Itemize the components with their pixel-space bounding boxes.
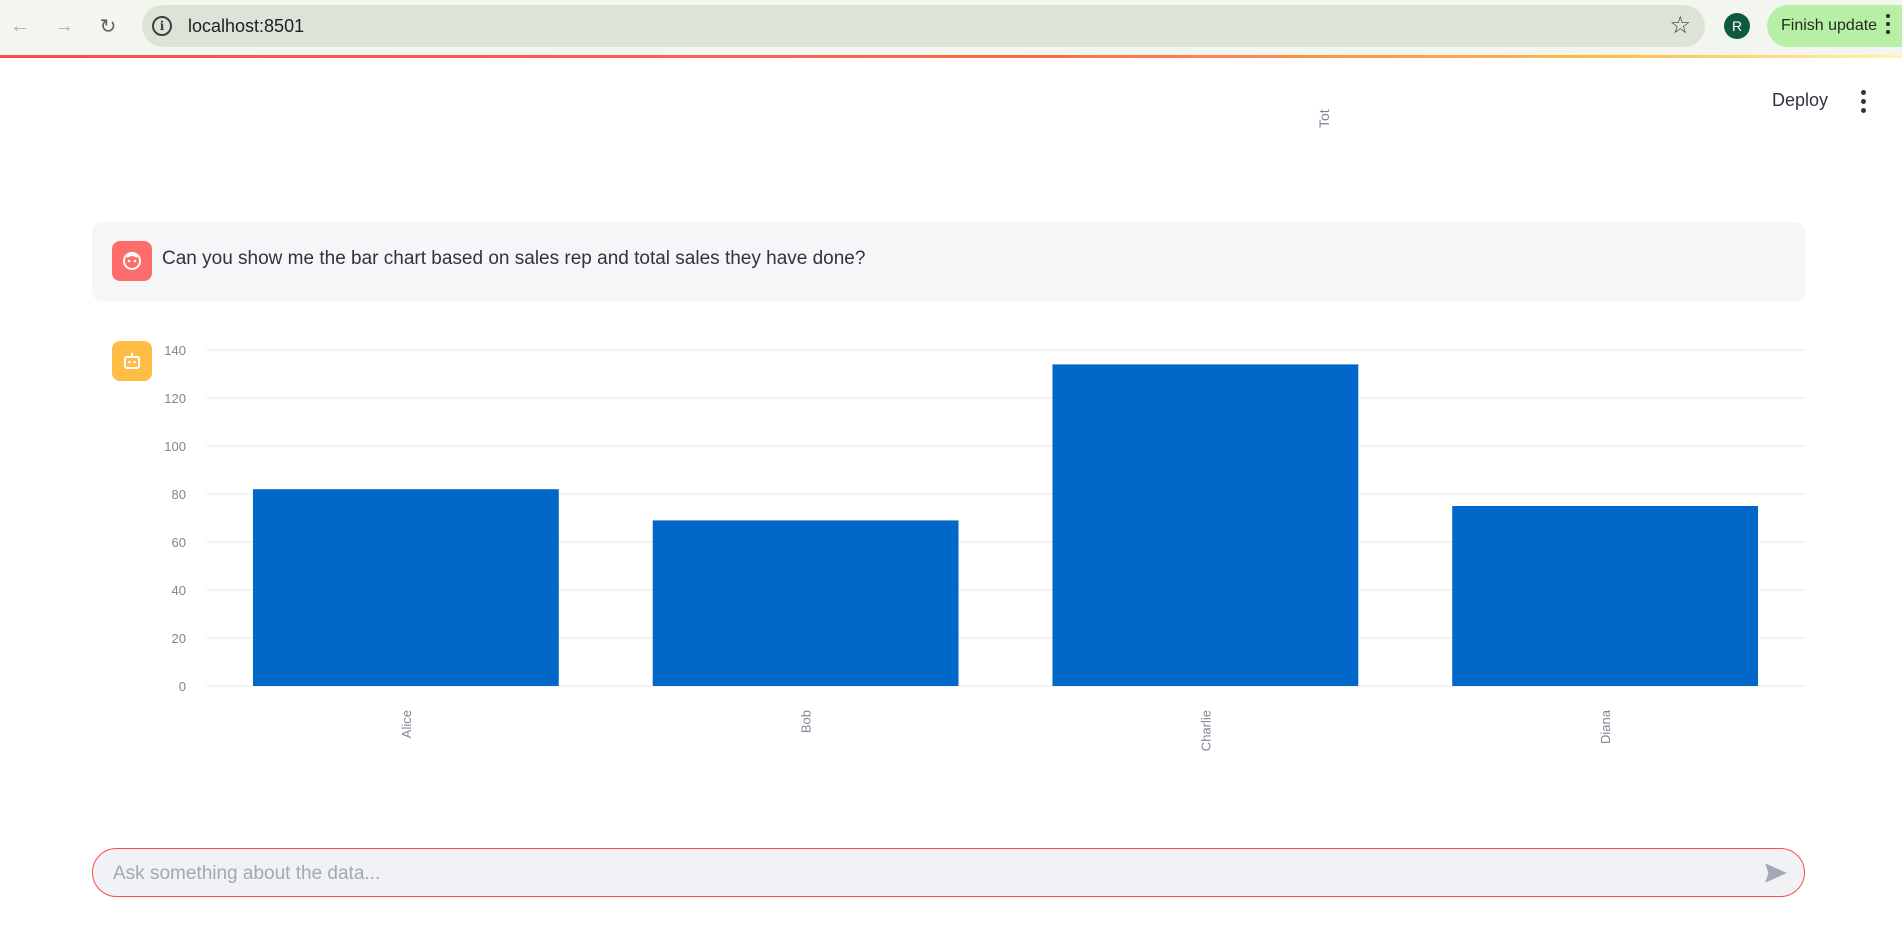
y-tick-label: 40 xyxy=(172,583,186,598)
y-tick-label: 80 xyxy=(172,487,186,502)
y-tick-label: 60 xyxy=(172,535,186,550)
bar-charlie xyxy=(1052,364,1359,686)
bar-bob xyxy=(652,520,959,686)
x-tick-label: Diana xyxy=(1598,709,1613,744)
y-tick-label: 20 xyxy=(172,631,186,646)
y-tick-label: 140 xyxy=(164,343,186,358)
bar-diana xyxy=(1452,506,1759,686)
x-tick-label: Alice xyxy=(399,710,414,738)
sales-bar-chart: 0 20 40 60 80 100 120 140 Alice Bob Charlie Diana xyxy=(164,343,1805,751)
bar-alice xyxy=(252,489,559,686)
y-tick-label: 120 xyxy=(164,391,186,406)
y-tick-label: 0 xyxy=(179,679,186,694)
chat-input[interactable] xyxy=(111,859,1735,889)
x-tick-label: Bob xyxy=(799,710,814,733)
send-icon[interactable] xyxy=(1762,860,1790,886)
chat-input-container[interactable] xyxy=(92,848,1805,897)
x-tick-label: Charlie xyxy=(1198,710,1213,751)
y-tick-label: 100 xyxy=(164,439,186,454)
